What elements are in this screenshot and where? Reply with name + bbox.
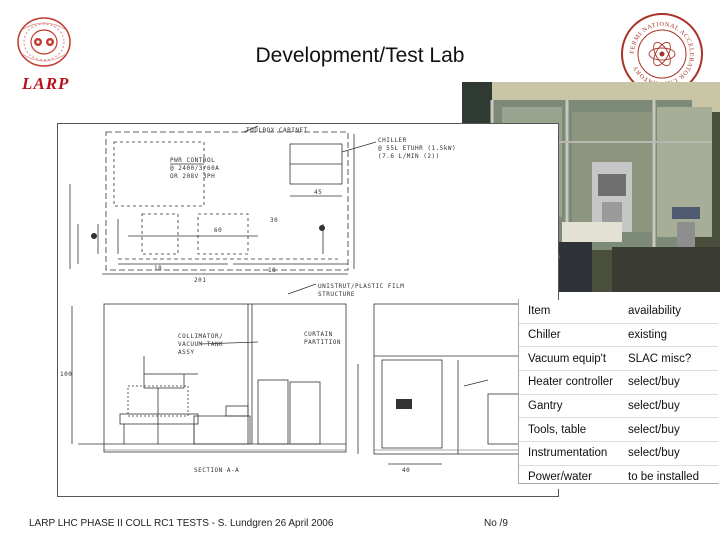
label-pwr-alt: OR 208V 3PH bbox=[170, 173, 215, 180]
row-item: Power/water bbox=[519, 464, 619, 489]
dim-40: 40 bbox=[402, 467, 410, 474]
label-partition: PARTITION bbox=[304, 339, 341, 346]
drawing-equipment-mark bbox=[396, 399, 412, 409]
label-pwr-spec: @ 2400/3/60A bbox=[170, 165, 219, 172]
label-toolbox: TOOLBOX CABINET bbox=[246, 127, 308, 134]
table-row: Tools, table select/buy bbox=[519, 417, 718, 442]
dim-201: 201 bbox=[194, 277, 206, 284]
label-collimator: COLLIMATOR/ bbox=[178, 333, 223, 340]
dim-45: 45 bbox=[314, 189, 322, 196]
floor-plan-drawing: TOOLBOX CABINET CHILLER @ 55L ETUHR (1.5… bbox=[57, 123, 559, 497]
label-unistrut-structure: STRUCTURE bbox=[318, 291, 355, 298]
table-row: Vacuum equip't SLAC misc? bbox=[519, 346, 718, 371]
label-pwr-control: PWR CONTROL bbox=[170, 157, 215, 164]
row-item: Tools, table bbox=[519, 417, 619, 442]
row-availability: to be installed bbox=[619, 464, 718, 489]
row-item: Heater controller bbox=[519, 370, 619, 395]
table-row: Chiller existing bbox=[519, 322, 718, 347]
floor-plan-svg: TOOLBOX CABINET CHILLER @ 55L ETUHR (1.5… bbox=[60, 125, 535, 474]
dim-30: 30 bbox=[270, 217, 278, 224]
slide-title: Development/Test Lab bbox=[255, 44, 465, 67]
dim-60: 60 bbox=[214, 227, 222, 234]
table-header-row: Item availability bbox=[519, 300, 718, 323]
label-curtain: CURTAIN bbox=[304, 331, 333, 338]
label-section: SECTION A-A bbox=[194, 467, 239, 474]
dim-100: 100 bbox=[60, 371, 72, 378]
row-availability: existing bbox=[619, 322, 718, 347]
row-item: Vacuum equip't bbox=[519, 346, 619, 371]
row-item: Gantry bbox=[519, 393, 619, 418]
row-item: Instrumentation bbox=[519, 441, 619, 466]
table-row: Gantry select/buy bbox=[519, 393, 718, 418]
availability-table: Item availability Chiller existing Vacuu… bbox=[519, 300, 718, 489]
label-unistrut: UNISTRUT/PLASTIC FILM bbox=[318, 283, 404, 290]
row-availability: SLAC misc? bbox=[619, 346, 718, 371]
label-chiller-spec: @ 55L ETUHR (1.5kW) bbox=[378, 145, 456, 152]
dim-18-right: 18 bbox=[268, 267, 276, 274]
row-availability: select/buy bbox=[619, 393, 718, 418]
label-chiller: CHILLER bbox=[378, 137, 407, 144]
header-availability: availability bbox=[628, 305, 682, 318]
table-row: Instrumentation select/buy bbox=[519, 441, 718, 466]
larp-logo-text: LARP bbox=[22, 74, 70, 93]
label-vacuum-tank: VACUUM TANK bbox=[178, 341, 223, 348]
row-availability: select/buy bbox=[619, 370, 718, 395]
table-row: Heater controller select/buy bbox=[519, 370, 718, 395]
label-assy: ASSY bbox=[178, 349, 194, 356]
header-item: Item bbox=[528, 305, 551, 318]
row-item: Chiller bbox=[519, 322, 619, 347]
dim-18-left: 18 bbox=[154, 265, 162, 272]
page-number: No /9 bbox=[484, 518, 508, 529]
footer-text: LARP LHC PHASE II COLL RC1 TESTS - S. Lu… bbox=[29, 518, 334, 529]
label-chiller-flow: (7.6 L/MIN (2)) bbox=[378, 153, 440, 160]
table-row: Power/water to be installed bbox=[519, 464, 718, 489]
row-availability: select/buy bbox=[619, 441, 718, 466]
row-availability: select/buy bbox=[619, 417, 718, 442]
